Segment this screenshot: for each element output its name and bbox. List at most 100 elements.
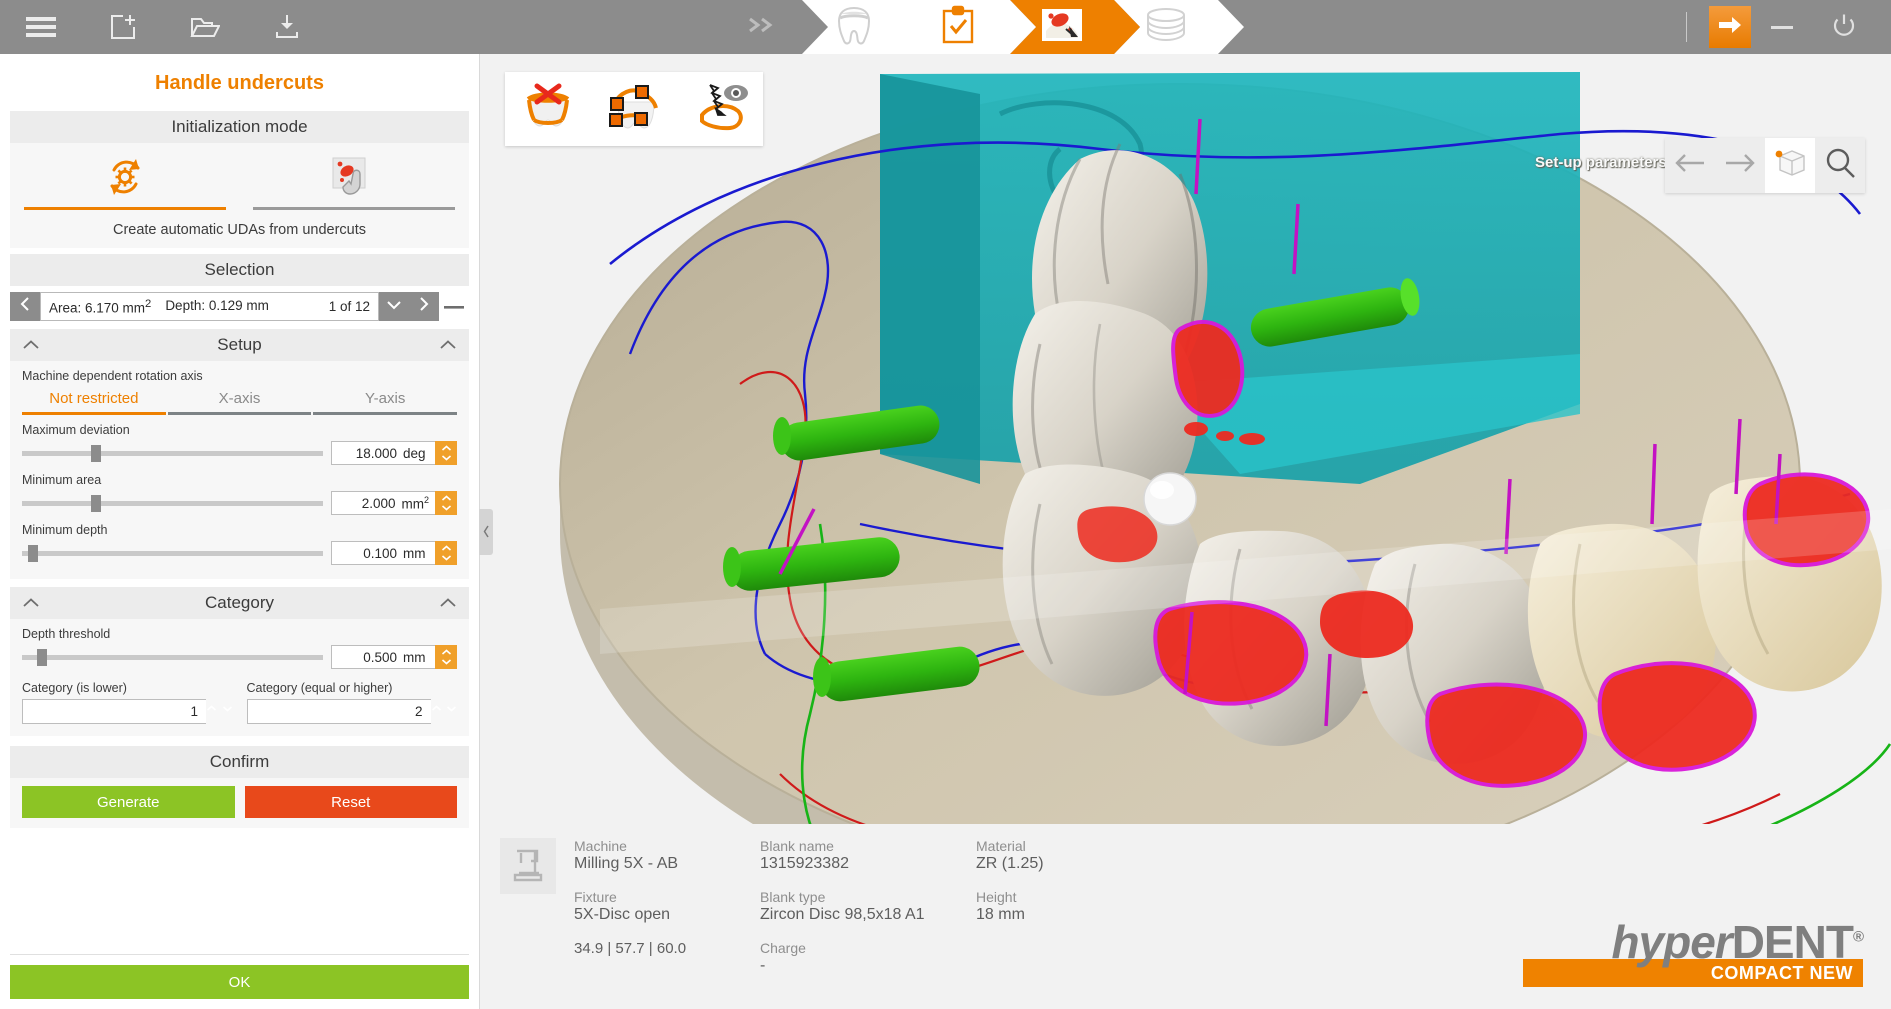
workflow-expand[interactable]	[720, 0, 828, 54]
category-lower-spinner[interactable]: 1	[22, 699, 233, 724]
selection-measures: Area: 6.170 mm2 Depth: 0.129 mm	[49, 298, 269, 316]
initialization-mode-body: Create automatic UDAs from undercuts	[10, 143, 469, 248]
spin-unit: mm	[403, 545, 426, 561]
ok-button[interactable]: OK	[10, 965, 469, 999]
hamburger-menu-icon[interactable]	[0, 0, 82, 54]
spinner-arrows[interactable]	[435, 645, 457, 669]
axis-tab-x[interactable]: X-axis	[167, 387, 312, 415]
tooth-nodes-icon	[606, 82, 662, 137]
charge-value: -	[760, 957, 766, 974]
open-folder-icon[interactable]	[164, 0, 246, 54]
category-lower-label: Category (is lower)	[22, 681, 127, 695]
depth-threshold-slider[interactable]	[22, 648, 323, 666]
maximum-deviation-value-field[interactable]: 18.000 deg	[331, 441, 435, 465]
setup-collapse-left-icon[interactable]	[22, 336, 40, 354]
minimum-depth-row: 0.100 mm	[22, 541, 457, 565]
cube-icon	[1772, 145, 1808, 186]
setup-collapse-right-icon[interactable]	[439, 336, 457, 354]
category-lower-value-field[interactable]: 1	[22, 699, 207, 724]
spinner-arrows[interactable]	[435, 441, 457, 465]
spinner-arrows[interactable]	[431, 699, 457, 724]
minimize-icon	[1770, 18, 1794, 36]
milling-machine-icon	[500, 838, 556, 894]
init-mode-automatic-tab[interactable]	[10, 151, 240, 214]
generate-button[interactable]: Generate	[22, 786, 235, 818]
category-body: Depth threshold 0.500 mm Category (is lo…	[10, 619, 469, 736]
tooth-icon	[834, 4, 874, 51]
logo-part1: hyper	[1611, 916, 1732, 968]
axis-tab-underline	[313, 412, 458, 415]
info-column-material: Material ZR (1.25) Height 18 mm	[976, 838, 1162, 991]
category-higher-value-field[interactable]: 2	[246, 699, 431, 724]
maximum-deviation-spinner[interactable]: 18.000 deg	[331, 441, 457, 465]
power-icon	[1832, 13, 1856, 42]
selection-remove-button[interactable]	[439, 292, 469, 321]
nav-forward-button[interactable]	[1715, 138, 1765, 193]
clear-undercuts-tool[interactable]	[505, 72, 591, 146]
nav-back-button[interactable]	[1665, 138, 1715, 193]
zoom-button[interactable]	[1815, 138, 1865, 193]
spin-unit: mm	[403, 649, 426, 665]
power-button[interactable]	[1813, 0, 1875, 54]
category-collapse-left-icon[interactable]	[22, 594, 40, 612]
logo-registered: ®	[1852, 928, 1864, 946]
page-title: Handle undercuts	[155, 72, 324, 94]
minimum-area-row: 2.000 mm2	[22, 491, 457, 515]
chevron-down-icon	[386, 298, 402, 316]
selection-header: Selection	[10, 254, 469, 286]
info-columns: Machine Milling 5X - AB Fixture 5X-Disc …	[574, 838, 1162, 991]
selection-dropdown-button[interactable]	[379, 292, 409, 321]
category-higher-spinner[interactable]: 2	[246, 699, 458, 724]
view-cube-button[interactable]	[1765, 138, 1815, 193]
init-mode-manual-tab[interactable]	[240, 151, 470, 214]
slider-thumb[interactable]	[91, 495, 102, 512]
save-download-icon[interactable]	[246, 0, 328, 54]
selection-next-button[interactable]	[409, 292, 439, 321]
axis-tab-underline	[167, 412, 312, 415]
axis-tab-not-restricted[interactable]: Not restricted	[22, 387, 166, 415]
slider-thumb[interactable]	[28, 545, 39, 562]
maximum-deviation-slider[interactable]	[22, 444, 323, 462]
category-header[interactable]: Category	[10, 587, 469, 619]
maximum-deviation-row: 18.000 deg	[22, 441, 457, 465]
depth-threshold-value-field[interactable]: 0.500 mm	[331, 645, 435, 669]
reset-button[interactable]: Reset	[244, 786, 457, 818]
machine-value: Milling 5X - AB	[574, 855, 679, 872]
edit-points-tool[interactable]	[591, 72, 677, 146]
next-arrow-button[interactable]	[1709, 6, 1751, 48]
initialization-mode-tabs	[10, 151, 469, 214]
minimum-area-value-field[interactable]: 2.000 mm2	[331, 491, 435, 515]
magnifier-icon	[1824, 147, 1856, 184]
setup-header[interactable]: Setup	[10, 329, 469, 361]
panel-collapse-handle[interactable]	[479, 508, 493, 555]
new-project-icon[interactable]	[82, 0, 164, 54]
axis-tab-y[interactable]: Y-axis	[313, 387, 458, 415]
spin-value: 2.000	[361, 495, 396, 511]
minimize-button[interactable]	[1751, 0, 1813, 54]
height-label: Height	[976, 889, 1017, 905]
slider-thumb[interactable]	[37, 649, 48, 666]
category-collapse-right-icon[interactable]	[439, 594, 457, 612]
setup-group: Setup Machine dependent rotation axis No…	[10, 329, 469, 579]
double-chevron-right-icon	[746, 15, 776, 40]
minimum-area-spinner[interactable]: 2.000 mm2	[331, 491, 457, 515]
chevron-right-icon	[418, 296, 430, 317]
blank-type-label: Blank type	[760, 889, 826, 905]
logo-wordmark: hyperDENT®	[1523, 916, 1864, 968]
selection-field[interactable]: Area: 6.170 mm2 Depth: 0.129 mm 1 of 12	[40, 292, 379, 321]
selection-prev-button[interactable]	[10, 292, 40, 321]
viewport-3d[interactable]: Set-up parameters and click 'Generate'.	[480, 54, 1891, 1009]
undercut-edit-icon	[1038, 5, 1086, 50]
minimum-depth-value-field[interactable]: 0.100 mm	[331, 541, 435, 565]
spinner-arrows[interactable]	[435, 491, 457, 515]
selection-heading: Selection	[204, 260, 275, 279]
minimum-depth-spinner[interactable]: 0.100 mm	[331, 541, 457, 565]
spinner-arrows[interactable]	[206, 699, 232, 724]
confirm-group: Confirm Generate Reset	[10, 746, 469, 828]
visibility-tool[interactable]	[677, 72, 763, 146]
spinner-arrows[interactable]	[435, 541, 457, 565]
minimum-area-slider[interactable]	[22, 494, 323, 512]
depth-threshold-spinner[interactable]: 0.500 mm	[331, 645, 457, 669]
slider-thumb[interactable]	[91, 445, 102, 462]
minimum-depth-slider[interactable]	[22, 544, 323, 562]
